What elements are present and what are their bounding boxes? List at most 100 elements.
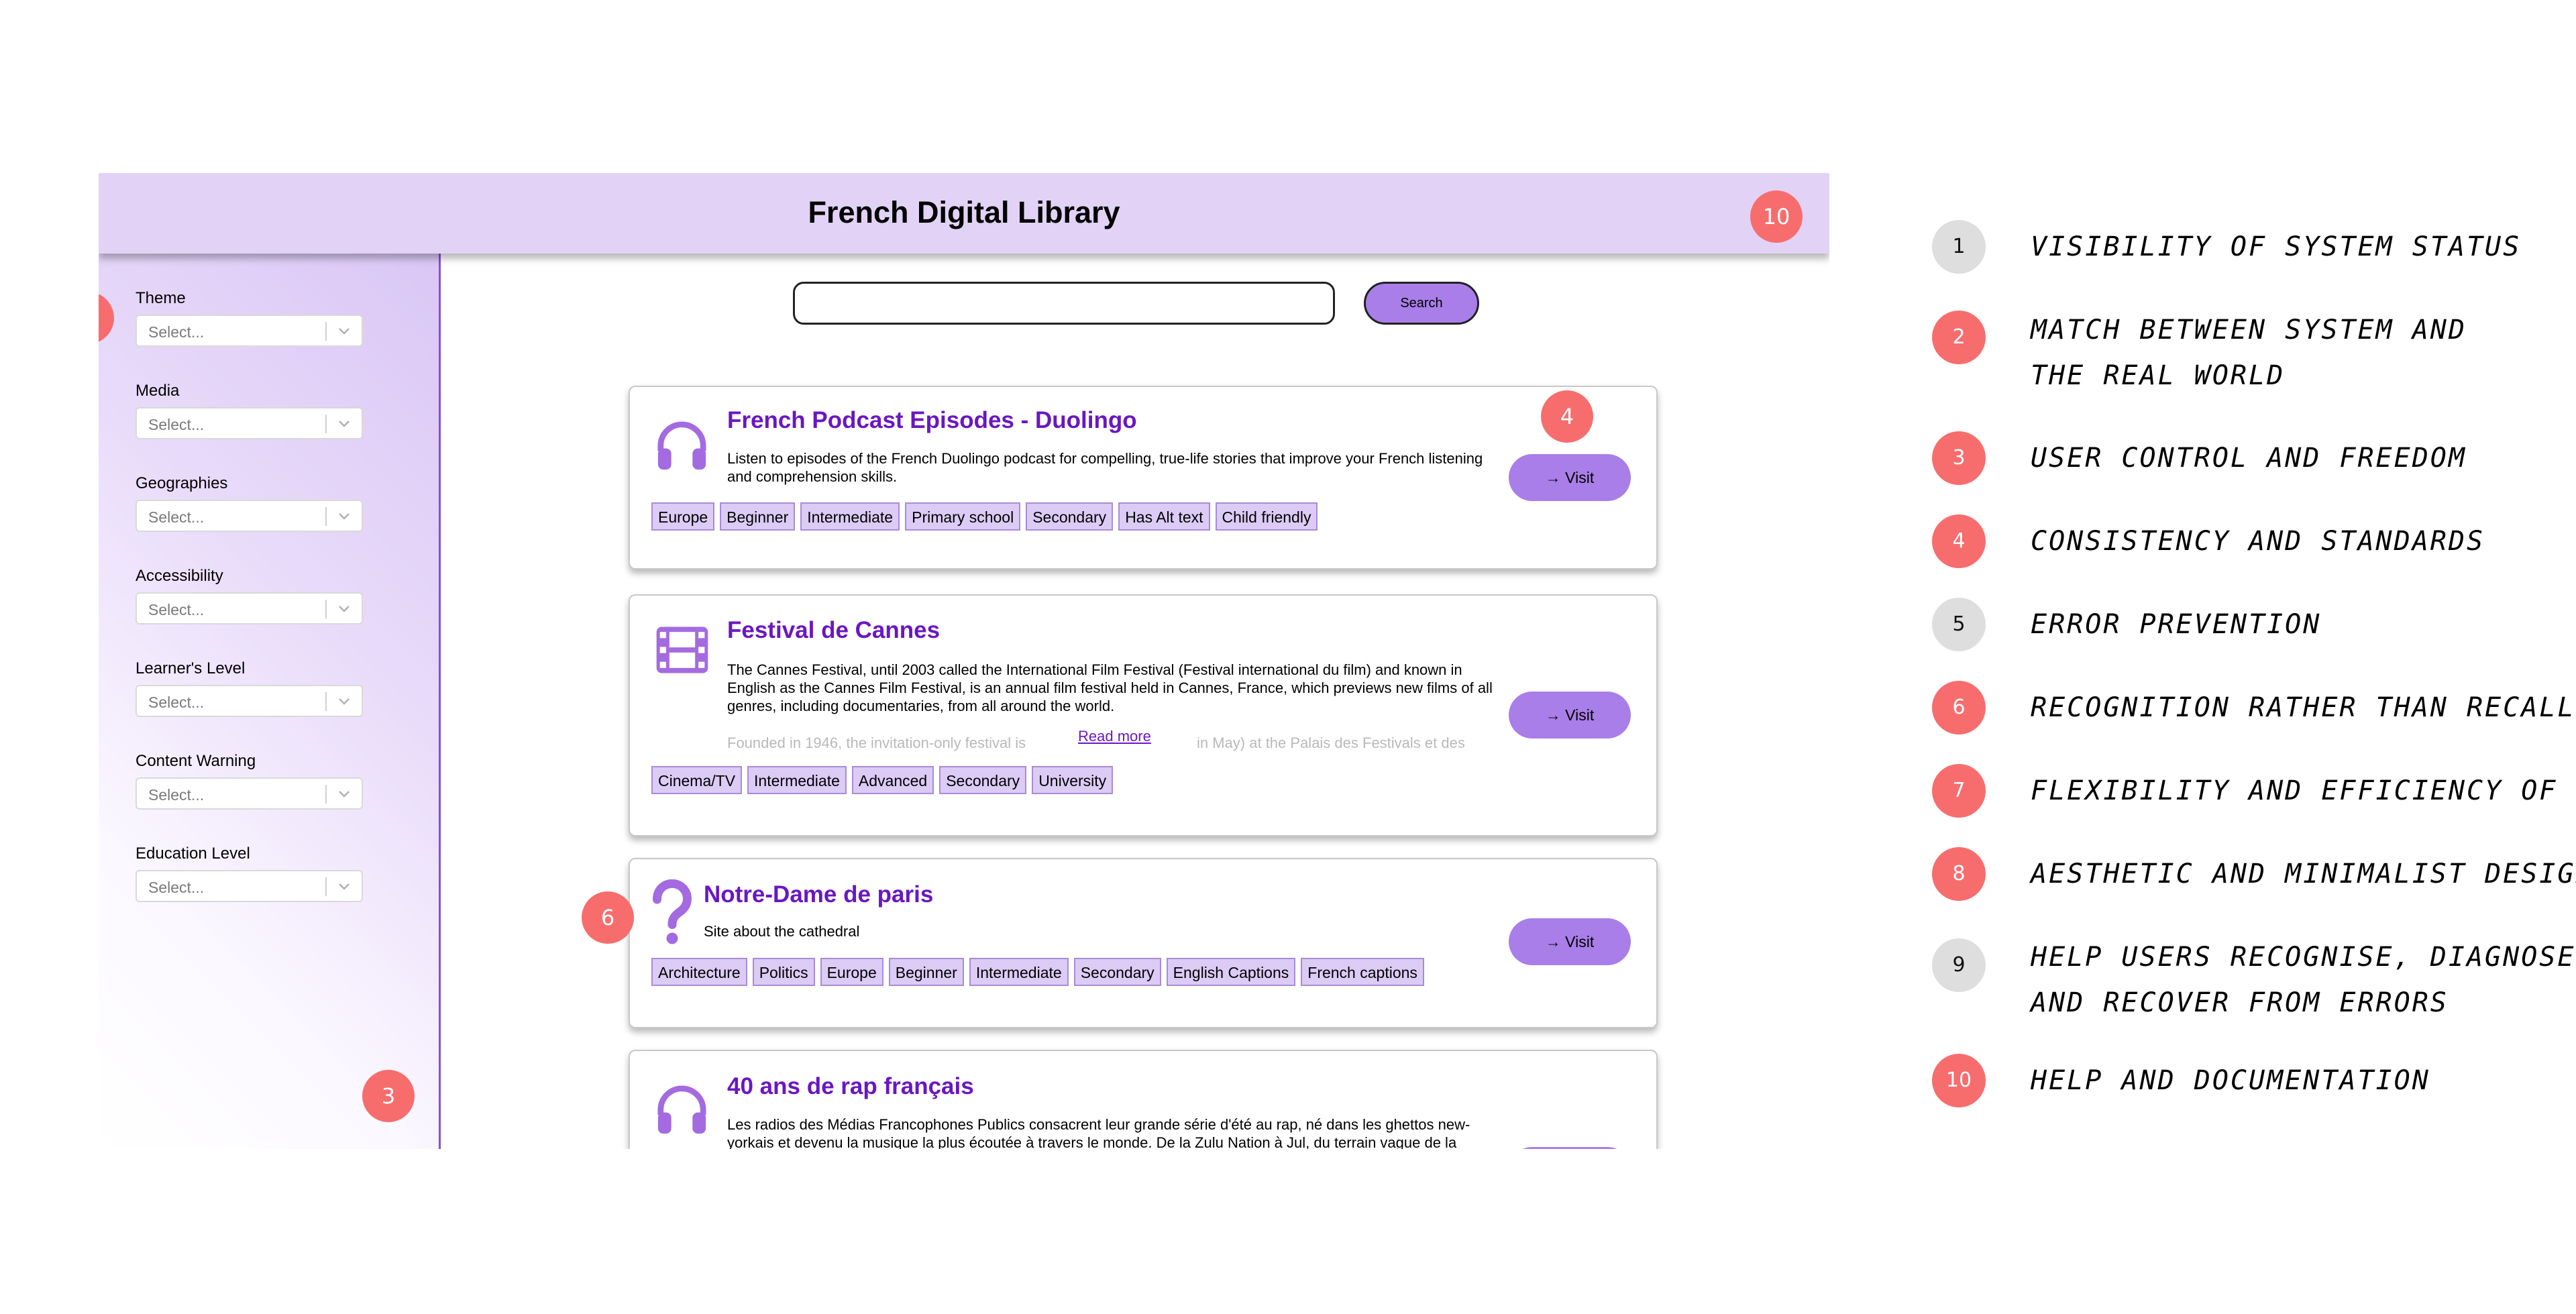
accessibility-select[interactable]: Select... xyxy=(136,592,363,624)
tag[interactable]: Beginner xyxy=(720,502,796,531)
chevron-down-icon[interactable] xyxy=(336,600,352,616)
visit-button[interactable]: → Visit xyxy=(1509,918,1631,965)
tag[interactable]: Secondary xyxy=(939,766,1027,794)
select-separator xyxy=(325,322,327,341)
select-separator xyxy=(325,692,327,711)
card-description: The Cannes Festival, until 2003 called t… xyxy=(727,661,1493,714)
education-level-select[interactable]: Select... xyxy=(136,870,363,902)
filter-label-accessibility: Accessibility xyxy=(136,567,223,585)
app-window: French Digital Library Theme Select... M… xyxy=(99,173,1829,1149)
legend-badge: 9 xyxy=(1932,938,1986,992)
visit-button[interactable] xyxy=(1509,1147,1631,1149)
tag[interactable]: Intermediate xyxy=(747,766,847,794)
select-placeholder: Select... xyxy=(148,508,205,526)
tag[interactable]: University xyxy=(1032,766,1114,794)
select-separator xyxy=(325,507,327,526)
filter-sidebar: Theme Select... Media Select... Geograph… xyxy=(99,254,441,1149)
chevron-down-icon[interactable] xyxy=(336,878,352,894)
legend-label: Aesthetic and minimalist design xyxy=(2031,859,2576,889)
tag[interactable]: Beginner xyxy=(888,958,964,986)
legend-label: Help users recognise, diagnose, xyxy=(2031,942,2576,973)
resource-card-cannes: Festival de Cannes The Cannes Festival, … xyxy=(629,594,1658,836)
chevron-down-icon[interactable] xyxy=(336,323,352,339)
legend-badge: 6 xyxy=(1932,681,1986,734)
truncated-text: in May) at the Palais des Festivals et d… xyxy=(1197,734,1465,751)
legend-label: the real world xyxy=(2031,360,2286,391)
tag[interactable]: Advanced xyxy=(851,766,934,794)
legend-label: and recover from errors xyxy=(2031,987,2449,1018)
card-description: Listen to episodes of the French Duoling… xyxy=(727,450,1483,485)
chevron-down-icon[interactable] xyxy=(336,415,352,431)
card-title[interactable]: French Podcast Episodes - Duolingo xyxy=(727,407,1137,434)
headphones-icon xyxy=(657,1085,706,1134)
card-title[interactable]: 40 ans de rap français xyxy=(727,1073,974,1100)
film-icon xyxy=(656,626,708,673)
card-title[interactable]: Notre-Dame de paris xyxy=(704,881,933,908)
select-separator xyxy=(325,415,327,433)
learners-level-select[interactable]: Select... xyxy=(136,685,363,717)
tag-list: Architecture Politics Europe Beginner In… xyxy=(651,958,1424,986)
legend-badge: 2 xyxy=(1932,311,1986,364)
tag[interactable]: Architecture xyxy=(651,958,747,986)
tag[interactable]: English Captions xyxy=(1166,958,1296,986)
filter-label-geographies: Geographies xyxy=(136,474,228,492)
chevron-down-icon[interactable] xyxy=(336,785,352,802)
tag[interactable]: Child friendly xyxy=(1215,502,1318,531)
legend-badge: 10 xyxy=(1932,1054,1986,1107)
tag[interactable]: Cinema/TV xyxy=(651,766,743,794)
select-placeholder: Select... xyxy=(148,786,205,804)
select-placeholder: Select... xyxy=(148,416,205,433)
filter-label-theme: Theme xyxy=(136,289,186,307)
media-select[interactable]: Select... xyxy=(136,407,363,439)
select-placeholder: Select... xyxy=(148,879,205,896)
select-separator xyxy=(325,600,327,618)
tag[interactable]: Politics xyxy=(752,958,815,986)
legend-badge: 8 xyxy=(1932,847,1986,901)
search-input[interactable] xyxy=(793,282,1335,325)
card-description: Site about the cathedral xyxy=(704,923,860,940)
legend-badge: 5 xyxy=(1932,598,1986,651)
filter-label-media: Media xyxy=(136,382,180,400)
tag-list: Europe Beginner Intermediate Primary sch… xyxy=(651,502,1318,531)
resource-card-notre-dame: Notre-Dame de paris Site about the cathe… xyxy=(629,858,1658,1028)
legend-badge: 3 xyxy=(1932,431,1986,485)
heuristic-badge-control: 3 xyxy=(362,1070,415,1122)
legend-label: Recognition rather than recall xyxy=(2031,692,2576,723)
chevron-down-icon[interactable] xyxy=(336,508,352,524)
search-button[interactable]: Search xyxy=(1364,282,1479,325)
tag[interactable]: Intermediate xyxy=(969,958,1069,986)
card-title[interactable]: Festival de Cannes xyxy=(727,617,940,644)
visit-button[interactable]: → Visit xyxy=(1509,692,1631,738)
heuristic-badge-consistency: 4 xyxy=(1541,390,1593,443)
read-more-link[interactable]: Read more xyxy=(1074,728,1155,745)
tag[interactable]: Has Alt text xyxy=(1118,502,1210,531)
select-placeholder: Select... xyxy=(148,323,205,341)
tag[interactable]: Europe xyxy=(651,502,715,531)
legend-label: Match between system and xyxy=(2031,315,2467,345)
chevron-down-icon[interactable] xyxy=(336,693,352,709)
legend-label: Help and documentation xyxy=(2031,1065,2430,1096)
legend-badge: 1 xyxy=(1932,220,1986,274)
theme-select[interactable]: Select... xyxy=(136,315,363,347)
select-separator xyxy=(325,877,327,896)
legend-badge: 4 xyxy=(1932,514,1986,568)
content-warning-select[interactable]: Select... xyxy=(136,777,363,810)
legend-badge: 7 xyxy=(1932,764,1986,818)
select-separator xyxy=(325,785,327,804)
headphones-icon xyxy=(657,421,706,470)
tag[interactable]: Primary school xyxy=(905,502,1021,531)
tag[interactable]: Europe xyxy=(820,958,883,986)
visit-button[interactable]: → Visit xyxy=(1509,454,1631,501)
filter-label-learners-level: Learner's Level xyxy=(136,659,246,677)
tag[interactable]: Intermediate xyxy=(800,502,900,531)
resource-card-duolingo: French Podcast Episodes - Duolingo Liste… xyxy=(629,386,1658,569)
resource-card-rap: 40 ans de rap français Les radios des Mé… xyxy=(629,1050,1658,1149)
geographies-select[interactable]: Select... xyxy=(136,500,363,532)
tag[interactable]: Secondary xyxy=(1073,958,1161,986)
tag[interactable]: French captions xyxy=(1301,958,1424,986)
truncated-text: Founded in 1946, the invitation-only fes… xyxy=(727,734,1026,751)
question-mark-icon xyxy=(652,879,692,944)
legend-label: Consistency and standards xyxy=(2031,526,2485,557)
tag[interactable]: Secondary xyxy=(1026,502,1114,531)
app-header: French Digital Library xyxy=(99,173,1829,254)
